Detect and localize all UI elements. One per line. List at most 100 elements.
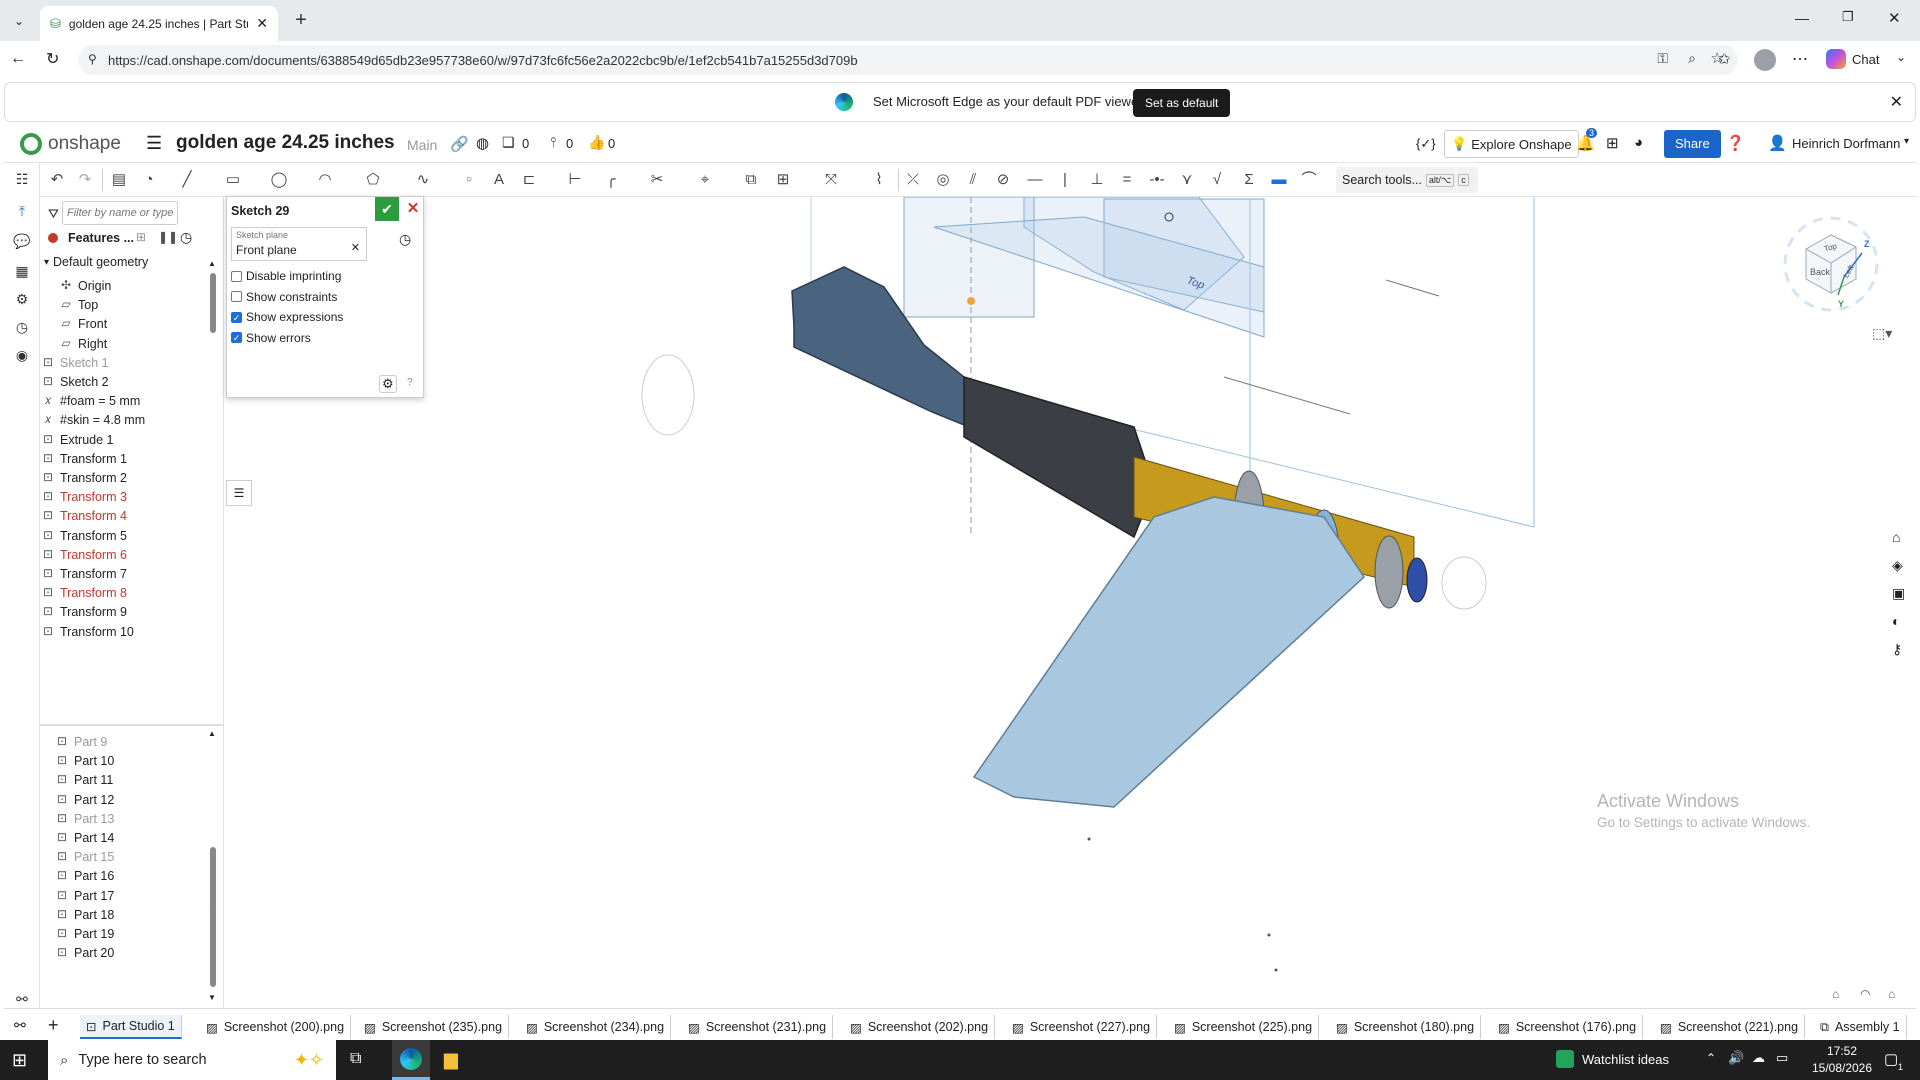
favorites-icon[interactable]: ✩ bbox=[1718, 50, 1731, 68]
close-tab-icon[interactable]: ✕ bbox=[256, 15, 268, 32]
extrude-icon[interactable]: ◔ bbox=[140, 171, 158, 189]
search-tools-field[interactable]: Search tools... alt/⌥ c bbox=[1336, 167, 1478, 193]
feature-row[interactable]: ⊡ Transform 10 bbox=[40, 621, 210, 643]
sketch-history-icon[interactable]: ◷ bbox=[399, 231, 411, 248]
pattern-tool-icon[interactable]: ⊞ bbox=[774, 171, 792, 189]
watchlist-widget[interactable]: Watchlist ideas bbox=[1556, 1050, 1669, 1068]
history-icon[interactable]: ◷ bbox=[13, 319, 31, 337]
parts-scrollbar[interactable] bbox=[210, 847, 216, 987]
user-menu-chevron-icon[interactable]: ▾ bbox=[1904, 136, 1909, 147]
profile-avatar[interactable] bbox=[1754, 49, 1776, 71]
view-options-icon[interactable]: ⬚▾ bbox=[1872, 325, 1892, 342]
sidebar-chevron-icon[interactable]: ⌄ bbox=[1896, 50, 1906, 64]
sketch-option-checkbox[interactable]: ✓ Show expressions bbox=[231, 310, 343, 324]
trim-tool-icon[interactable]: ✂ bbox=[648, 171, 666, 189]
learning-icon[interactable]: ◕ bbox=[1634, 134, 1643, 151]
like-icon[interactable]: 👍 bbox=[588, 134, 605, 151]
concentric-icon[interactable]: ◎ bbox=[934, 171, 952, 189]
horizontal-icon[interactable]: — bbox=[1026, 171, 1044, 189]
tab-assembly[interactable]: ⧉ Assembly 1 bbox=[1814, 1015, 1907, 1039]
sketch-help-icon[interactable]: ? bbox=[407, 377, 413, 388]
taskbar-search-box[interactable]: ⌕ Type here to search ✦✧ bbox=[48, 1040, 336, 1080]
appearance-icon[interactable]: ▦ bbox=[13, 263, 31, 281]
pause-icon[interactable]: ❚❚ bbox=[158, 230, 178, 244]
file-explorer-icon[interactable]: ▆ bbox=[444, 1049, 458, 1070]
onedrive-icon[interactable]: ☁ bbox=[1752, 1050, 1765, 1066]
globe-icon[interactable]: ◍ bbox=[476, 134, 489, 152]
arc-tool-icon[interactable]: ◠ bbox=[316, 171, 334, 189]
fillet-tool-icon[interactable]: ╭ bbox=[602, 171, 620, 189]
tray-chevron-icon[interactable]: ⌃ bbox=[1706, 1051, 1716, 1065]
tangent-icon[interactable]: ⊘ bbox=[994, 171, 1012, 189]
rear-profile-sketch[interactable] bbox=[1441, 556, 1487, 610]
tab-image[interactable]: ▨ Screenshot (234).png bbox=[520, 1015, 672, 1039]
clear-plane-icon[interactable]: ✕ bbox=[351, 241, 360, 254]
filter-icon[interactable]: ⛛ bbox=[48, 206, 59, 222]
airfoil-sketch[interactable] bbox=[641, 354, 695, 436]
tab-part-studio[interactable]: ⊡ Part Studio 1 bbox=[80, 1015, 182, 1039]
normal-icon[interactable]: ⋎ bbox=[1178, 171, 1196, 189]
url-field[interactable]: ⚲ https://cad.onshape.com/documents/6388… bbox=[78, 45, 1738, 75]
former-disc[interactable] bbox=[1374, 535, 1404, 609]
tab-list-button[interactable]: ⌄ bbox=[8, 10, 30, 32]
construction-tool-icon[interactable]: ⌇ bbox=[870, 171, 888, 189]
clock-time[interactable]: 17:52 bbox=[1812, 1044, 1872, 1058]
text-tool-icon[interactable]: A bbox=[490, 171, 508, 189]
line-tool-icon[interactable]: ╱ bbox=[178, 171, 196, 189]
close-window-button[interactable]: ✕ bbox=[1888, 9, 1901, 27]
feature-filter-input[interactable] bbox=[62, 201, 178, 225]
dimension-tool-icon[interactable]: ⊢ bbox=[566, 171, 584, 189]
confirm-sketch-button[interactable]: ✔ bbox=[375, 197, 399, 221]
sketch-name[interactable]: Sketch 29 bbox=[231, 204, 289, 218]
tab-image[interactable]: ▨ Screenshot (225).png bbox=[1168, 1015, 1320, 1039]
tab-image[interactable]: ▨ Screenshot (231).png bbox=[682, 1015, 834, 1039]
use-tool-icon[interactable]: ⊏ bbox=[520, 171, 538, 189]
parts-icon[interactable]: ⚙ bbox=[13, 291, 31, 309]
sketch-option-checkbox[interactable]: Show constraints bbox=[231, 290, 337, 304]
chevron-down-icon[interactable]: ▾ bbox=[44, 257, 49, 268]
mirror-tool-icon[interactable]: ⧉ bbox=[742, 171, 760, 189]
equal-icon[interactable]: = bbox=[1118, 171, 1136, 189]
new-tab-button[interactable]: + bbox=[290, 9, 312, 31]
tab-image[interactable]: ▨ Screenshot (200).png bbox=[200, 1015, 352, 1039]
vertical-icon[interactable]: | bbox=[1056, 171, 1074, 189]
back-arrow-icon[interactable]: ← bbox=[10, 50, 26, 68]
cancel-sketch-button[interactable]: ✕ bbox=[403, 197, 423, 221]
task-view-icon[interactable]: ⧉ bbox=[350, 1050, 361, 1068]
transform-tool-icon[interactable]: ⤧ bbox=[822, 171, 840, 189]
key-icon[interactable]: ⚿ bbox=[1657, 50, 1668, 67]
review-icon[interactable]: ⚯ bbox=[13, 991, 31, 1009]
view-cube[interactable]: Top Back Left Z Y bbox=[1776, 209, 1886, 319]
origin-point[interactable] bbox=[967, 297, 975, 305]
user-name[interactable]: Heinrich Dorfmann bbox=[1792, 136, 1900, 151]
volume-icon[interactable]: 🔊 bbox=[1728, 1050, 1744, 1066]
copies-icon[interactable]: ❏ bbox=[502, 134, 515, 151]
tab-list-icon[interactable]: ⚯ bbox=[14, 1017, 26, 1034]
part-row[interactable]: ⊡ Part 20 bbox=[54, 942, 224, 964]
curvature-icon[interactable]: ⌒ bbox=[1300, 171, 1318, 189]
bottom-right-icon-2[interactable]: ◠ bbox=[1860, 987, 1870, 1001]
nose-ring[interactable] bbox=[1406, 557, 1428, 603]
undo-icon[interactable]: ↶ bbox=[48, 171, 66, 189]
sketch-option-checkbox[interactable]: Disable imprinting bbox=[231, 269, 341, 283]
help-icon[interactable]: ❓ bbox=[1726, 134, 1745, 152]
network-icon[interactable]: ▭ bbox=[1776, 1050, 1788, 1066]
restore-button[interactable]: ❐ bbox=[1842, 9, 1854, 25]
checkbox-checked-icon[interactable]: ✓ bbox=[231, 332, 242, 343]
windows-start-icon[interactable]: ⊞ bbox=[12, 1050, 27, 1071]
list-toggle-button[interactable]: ☰ bbox=[226, 480, 252, 506]
checkbox-unchecked-icon[interactable] bbox=[231, 291, 242, 302]
site-info-icon[interactable]: ⚲ bbox=[88, 52, 97, 66]
sketch-plane-field[interactable]: Sketch plane Front plane ✕ bbox=[231, 227, 367, 261]
default-geometry-row[interactable]: ▾ Default geometry bbox=[44, 255, 148, 269]
explore-onshape-button[interactable]: 💡 Explore Onshape bbox=[1444, 130, 1579, 158]
main-wing[interactable] bbox=[972, 496, 1365, 808]
browser-tab-active[interactable]: ⛁ golden age 24.25 inches | Part Stu ✕ bbox=[40, 6, 278, 41]
checkbox-checked-icon[interactable]: ✓ bbox=[231, 311, 242, 323]
point-tool-icon[interactable]: ○ bbox=[460, 171, 478, 189]
circle-tool-icon[interactable]: ◯ bbox=[270, 171, 288, 189]
midpoint-icon[interactable]: -•- bbox=[1148, 171, 1166, 189]
measure-icon[interactable]: ⚷ bbox=[1892, 641, 1902, 658]
features-heading[interactable]: Features ... bbox=[68, 231, 134, 245]
explode-icon[interactable]: ◐ bbox=[1892, 613, 1900, 629]
